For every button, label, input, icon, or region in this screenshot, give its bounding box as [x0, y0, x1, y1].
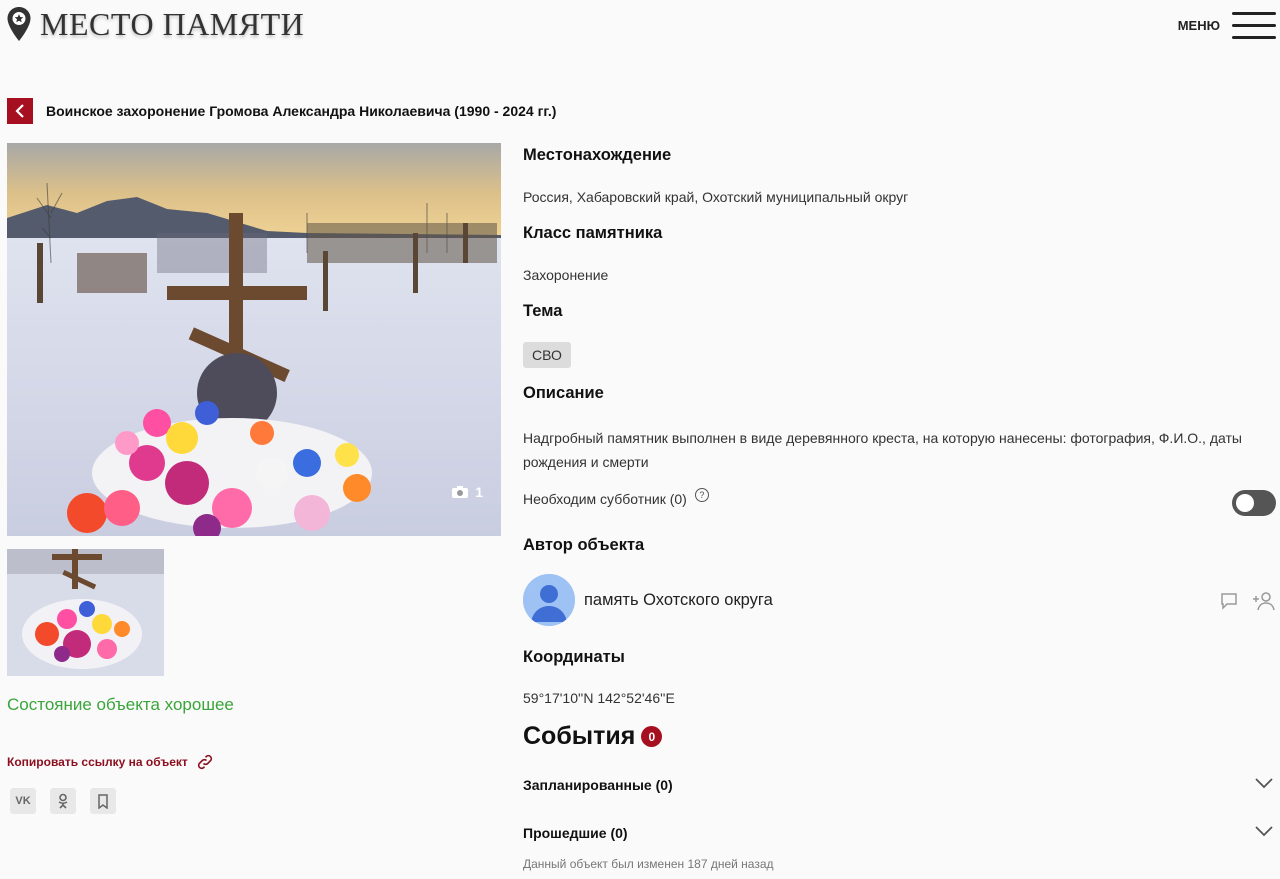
object-state: Состояние объекта хорошее: [7, 695, 234, 714]
subbotnik-row: Необходим субботник (0) ?: [523, 488, 709, 507]
past-events-accordion[interactable]: Прошедшие (0): [523, 821, 1280, 847]
share-vk-button[interactable]: VK: [10, 788, 36, 814]
share-ok-button[interactable]: [50, 788, 76, 814]
events-count-badge: 0: [641, 726, 663, 747]
subbotnik-label: Необходим субботник (0): [523, 491, 687, 507]
odnoklassniki-icon: [58, 793, 68, 809]
add-friend-icon[interactable]: [1252, 590, 1276, 612]
message-icon[interactable]: [1219, 591, 1239, 611]
share-buttons: VK: [10, 788, 116, 814]
back-button[interactable]: [7, 98, 33, 124]
vk-icon: VK: [15, 795, 31, 807]
cemetery-thumbnail-image: [7, 549, 164, 676]
class-heading: Класс памятника: [523, 224, 663, 242]
subbotnik-toggle[interactable]: [1232, 490, 1276, 516]
copy-link-button[interactable]: Копировать ссылку на объект: [7, 753, 214, 771]
chevron-down-icon: [1255, 778, 1273, 789]
bookmark-icon: [98, 793, 108, 809]
events-title: События 0: [523, 722, 663, 751]
planned-events-accordion[interactable]: Запланированные (0): [523, 773, 1280, 799]
author-name[interactable]: память Охотского округа: [584, 591, 773, 610]
theme-heading: Тема: [523, 302, 563, 320]
author-heading: Автор объекта: [523, 536, 645, 554]
past-events-label: Прошедшие (0): [523, 825, 628, 841]
hamburger-icon[interactable]: [1232, 10, 1276, 40]
camera-icon: [452, 486, 469, 498]
user-avatar-icon: [523, 574, 575, 626]
logo[interactable]: МЕСТО ПАМЯТИ: [6, 6, 304, 42]
photo-thumbnail[interactable]: [7, 549, 164, 676]
main-photo[interactable]: 1: [7, 143, 501, 536]
map-pin-star-icon: [7, 7, 31, 41]
chevron-left-icon: [15, 104, 24, 118]
menu-label: МЕНЮ: [1177, 17, 1220, 33]
events-title-text: События: [523, 722, 636, 750]
logo-text: МЕСТО ПАМЯТИ: [40, 6, 305, 42]
description-heading: Описание: [523, 384, 604, 402]
menu-button[interactable]: МЕНЮ: [1178, 10, 1276, 40]
location-heading: Местонахождение: [523, 146, 672, 164]
planned-events-label: Запланированные (0): [523, 777, 673, 793]
description-value: Надгробный памятник выполнен в виде дере…: [523, 430, 1242, 470]
copy-link-label: Копировать ссылку на объект: [7, 755, 188, 769]
photo-count: 1: [451, 484, 483, 500]
toggle-knob: [1236, 494, 1254, 512]
cemetery-photo: [7, 143, 501, 536]
last-changed-text: Данный объект был изменен 187 дней назад: [523, 857, 774, 871]
bookmark-button[interactable]: [90, 788, 116, 814]
coords-value: 59°17'10''N 142°52'46''E: [523, 690, 675, 706]
theme-tag[interactable]: СВО: [523, 342, 571, 368]
avatar[interactable]: [523, 574, 575, 626]
photo-count-value: 1: [475, 484, 483, 500]
coords-heading: Координаты: [523, 648, 625, 666]
class-value: Захоронение: [523, 267, 609, 283]
page-title: Воинское захоронение Громова Александра …: [46, 103, 557, 119]
help-icon[interactable]: ?: [694, 488, 709, 502]
location-value: Россия, Хабаровский край, Охотский муниц…: [523, 189, 909, 205]
header: МЕСТО ПАМЯТИ МЕНЮ: [0, 0, 1280, 50]
chevron-down-icon: [1255, 826, 1273, 837]
link-icon: [197, 754, 212, 770]
